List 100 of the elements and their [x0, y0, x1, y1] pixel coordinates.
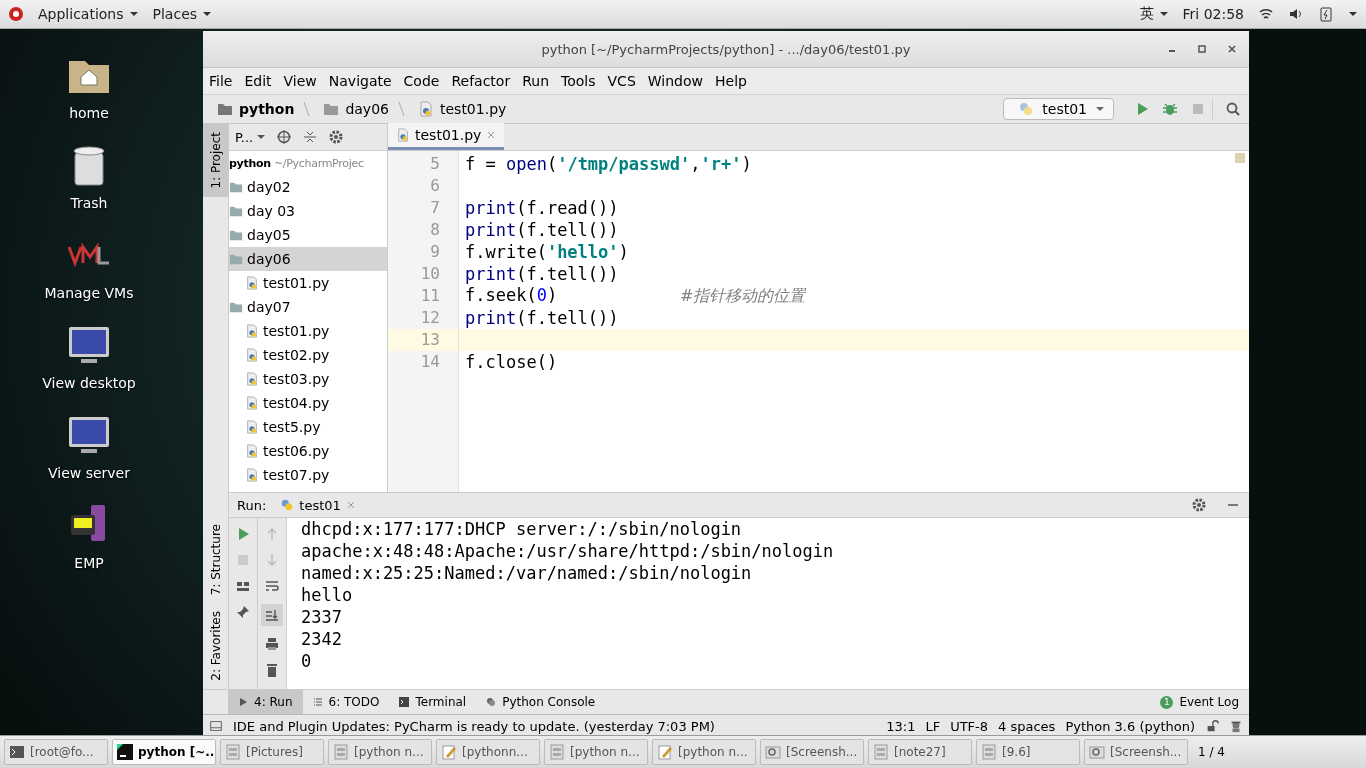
desktop-icon-label[interactable]: EMP	[74, 555, 104, 571]
close-icon[interactable]	[486, 130, 497, 140]
menu-item[interactable]: Code	[403, 73, 440, 89]
collapse-icon[interactable]	[302, 129, 319, 145]
maximize-icon[interactable]	[1197, 44, 1207, 54]
menu-item[interactable]: Tools	[561, 73, 596, 89]
taskbar-button[interactable]: python [~...	[112, 739, 216, 765]
panel-toggle-icon[interactable]	[209, 719, 223, 733]
crosshair-icon[interactable]	[276, 129, 293, 145]
applications-menu[interactable]: Applications	[38, 6, 139, 22]
taskbar-button[interactable]: [Screensh...	[760, 739, 864, 765]
run-configuration-dropdown[interactable]: test01	[1003, 98, 1114, 120]
caret-icon[interactable]	[1348, 9, 1358, 19]
menu-item[interactable]: File	[209, 73, 233, 89]
lock-icon[interactable]	[1205, 719, 1219, 733]
menu-item[interactable]: Run	[522, 73, 550, 89]
status-item[interactable]: LF	[925, 718, 941, 734]
view-selector[interactable]: P...	[235, 129, 267, 145]
folder-icon	[323, 101, 340, 117]
taskbar-button[interactable]: [Pictures]	[220, 739, 324, 765]
clock[interactable]: Fri 02:58	[1182, 6, 1244, 22]
tree-item[interactable]: day06	[247, 251, 291, 267]
taskbar-button[interactable]: [python n...	[544, 739, 648, 765]
inspector-icon[interactable]	[1229, 719, 1243, 733]
text-editor-icon	[441, 744, 457, 760]
line-number: 6	[388, 175, 459, 197]
desktop-icon-label[interactable]: Manage VMs	[44, 285, 134, 301]
status-item[interactable]: 4 spaces	[998, 718, 1056, 734]
tree-item[interactable]: test07.py	[263, 467, 330, 483]
tool-window-button[interactable]: Python Console	[476, 690, 606, 714]
wrap-icon[interactable]	[264, 578, 280, 594]
run-tab[interactable]: test01	[280, 497, 356, 513]
caret-icon[interactable]	[128, 9, 139, 19]
editor-tab[interactable]: test01.py	[388, 123, 505, 150]
tree-item[interactable]: test04.py	[263, 395, 330, 411]
menu-item[interactable]: Help	[715, 73, 747, 89]
desktop-icon-label[interactable]: home	[69, 105, 109, 121]
line-number: 13	[388, 329, 459, 351]
caret-icon[interactable]	[202, 9, 213, 19]
bug-icon[interactable]	[1162, 101, 1178, 117]
line-number: 10	[388, 263, 459, 285]
status-item[interactable]: UTF-8	[950, 718, 989, 734]
tool-window-button[interactable]: Terminal	[389, 690, 477, 714]
scroll-to-end-icon[interactable]	[261, 604, 283, 626]
code-line: print(f.tell())	[464, 308, 619, 328]
volume-icon[interactable]	[1288, 6, 1304, 22]
search-icon[interactable]	[1225, 101, 1241, 117]
battery-icon[interactable]	[1318, 6, 1334, 22]
taskbar-button[interactable]: [python n...	[652, 739, 756, 765]
taskbar-button[interactable]: [python n...	[328, 739, 432, 765]
tool-window-tab[interactable]: 2: Favorites	[203, 603, 228, 689]
breadcrumb[interactable]: day06	[345, 101, 389, 117]
menu-item[interactable]: Window	[647, 73, 703, 89]
taskbar-button[interactable]: [pythonn...	[436, 739, 540, 765]
tree-item[interactable]: test01.py	[263, 323, 330, 339]
places-menu[interactable]: Places	[152, 6, 213, 22]
taskbar-button[interactable]: [Screensh...	[1084, 739, 1188, 765]
menu-item[interactable]: View	[283, 73, 317, 89]
input-method[interactable]: 英	[1139, 5, 1169, 23]
menu-item[interactable]: VCS	[607, 73, 636, 89]
menu-item[interactable]: Navigate	[328, 73, 392, 89]
tree-item[interactable]: day 03	[247, 203, 295, 219]
tree-item[interactable]: day05	[247, 227, 291, 243]
tree-item[interactable]: test02.py	[263, 347, 330, 363]
desktop-icon-label[interactable]: Trash	[70, 195, 108, 211]
tool-window-tab[interactable]: 1: Project	[203, 124, 228, 197]
code-line: f.close()	[464, 352, 558, 372]
event-log-button[interactable]: 1 Event Log	[1150, 690, 1249, 714]
taskbar-button[interactable]: [note27]	[868, 739, 972, 765]
tree-item[interactable]: test03.py	[263, 371, 330, 387]
caret-icon[interactable]	[1158, 9, 1169, 19]
tree-item[interactable]: test06.py	[263, 443, 330, 459]
tree-item[interactable]: day02	[247, 179, 291, 195]
trash-icon[interactable]	[264, 662, 280, 678]
tool-window-tab[interactable]: 7: Structure	[203, 515, 228, 604]
caret-icon	[256, 132, 267, 142]
status-item[interactable]: Python 3.6 (python)	[1065, 718, 1195, 734]
breadcrumb[interactable]: test01.py	[440, 101, 507, 117]
taskbar-button[interactable]: [9.6]	[976, 739, 1080, 765]
desktop-icon-label[interactable]: View desktop	[42, 375, 136, 391]
tool-window-button[interactable]: 4: Run	[228, 690, 303, 714]
menu-item[interactable]: Edit	[244, 73, 272, 89]
status-item[interactable]: 13:1	[886, 718, 916, 734]
tree-item[interactable]: test01.py	[263, 275, 330, 291]
wifi-icon[interactable]	[1258, 6, 1274, 22]
gear-icon[interactable]	[328, 129, 345, 145]
print-icon[interactable]	[264, 636, 280, 652]
taskbar-button[interactable]: [root@fo...	[4, 739, 108, 765]
pin-icon[interactable]	[235, 604, 251, 620]
breadcrumb[interactable]: python	[239, 101, 295, 117]
tree-root[interactable]: python ~/PycharmProjec	[229, 156, 364, 170]
tree-item[interactable]: day07	[247, 299, 291, 315]
inspection-marker[interactable]	[1235, 153, 1245, 163]
close-icon[interactable]	[1227, 44, 1237, 54]
tree-item[interactable]: test5.py	[263, 419, 321, 435]
tool-window-button[interactable]: 6: TODO	[302, 690, 390, 714]
menu-item[interactable]: Refactor	[451, 73, 511, 89]
desktop-icon-label[interactable]: View server	[48, 465, 130, 481]
gear-icon[interactable]	[1191, 497, 1207, 513]
workspace-indicator[interactable]: 1 / 4	[1198, 745, 1225, 759]
